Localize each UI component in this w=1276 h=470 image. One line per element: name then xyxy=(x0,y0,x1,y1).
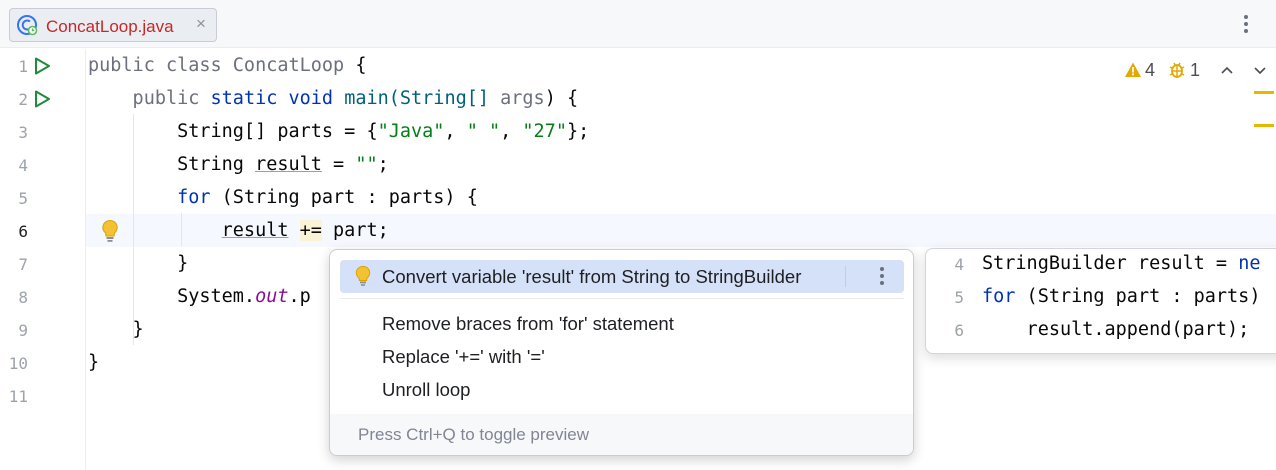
intention-unroll-loop[interactable]: Unroll loop xyxy=(340,373,904,406)
line-number: 7 xyxy=(18,255,28,274)
popup-divider xyxy=(340,298,904,299)
line-number: 11 xyxy=(8,387,28,406)
warning-icon xyxy=(1125,62,1141,77)
code-line[interactable]: String result = ""; xyxy=(88,148,389,181)
line-number: 2 xyxy=(18,90,28,109)
intention-label: Convert variable 'result' from String to… xyxy=(382,266,802,287)
editor-tab-bar: ConcatLoop.java × xyxy=(0,0,1276,48)
java-class-icon xyxy=(17,15,38,36)
code-line[interactable]: for (String part : parts) { xyxy=(88,181,478,214)
preview-code-line: StringBuilder result = ne xyxy=(982,253,1261,274)
intention-preview-panel: 4 StringBuilder result = ne 5 for (Strin… xyxy=(925,248,1276,354)
intention-label: Replace '+=' with '=' xyxy=(382,346,545,367)
run-class-icon[interactable] xyxy=(32,56,52,76)
divider xyxy=(845,266,846,287)
code-line[interactable]: } xyxy=(88,346,99,379)
weak-warning-bug-icon xyxy=(1169,62,1185,78)
intention-actions-popup: Convert variable 'result' from String to… xyxy=(329,249,914,456)
line-number: 3 xyxy=(18,123,28,142)
chevron-down-icon[interactable] xyxy=(1250,60,1270,80)
line-number-current: 6 xyxy=(18,222,28,241)
code-line[interactable]: String[] parts = {"Java", " ", "27"}; xyxy=(88,115,589,148)
popup-footer-hint: Press Ctrl+Q to toggle preview xyxy=(330,414,913,455)
chevron-up-icon[interactable] xyxy=(1217,60,1237,80)
line-number: 9 xyxy=(18,321,28,340)
line-number: 10 xyxy=(8,354,28,373)
intention-remove-braces[interactable]: Remove braces from 'for' statement xyxy=(340,307,904,340)
line-number: 4 xyxy=(18,156,28,175)
intention-label: Unroll loop xyxy=(382,379,471,400)
line-number: 1 xyxy=(18,57,28,76)
intention-convert-stringbuilder[interactable]: Convert variable 'result' from String to… xyxy=(340,260,904,293)
code-line-current[interactable]: result += part; xyxy=(88,214,389,247)
lightbulb-icon xyxy=(355,266,371,286)
code-line[interactable]: public class ConcatLoop { xyxy=(88,49,366,82)
preview-line-number: 6 xyxy=(954,321,964,340)
inspection-widget[interactable]: 4 1 xyxy=(1124,58,1212,82)
editor-tab[interactable]: ConcatLoop.java × xyxy=(9,8,217,42)
code-line[interactable]: } xyxy=(88,313,144,346)
line-number: 8 xyxy=(18,288,28,307)
tab-filename: ConcatLoop.java xyxy=(46,17,174,36)
run-main-icon[interactable] xyxy=(32,89,52,109)
preview-code-line: for (String part : parts) xyxy=(982,286,1261,307)
intention-replace-operator[interactable]: Replace '+=' with '=' xyxy=(340,340,904,373)
code-line[interactable]: System.out.p xyxy=(88,280,311,313)
warning-count: 4 xyxy=(1145,59,1156,80)
weak-warning-count: 1 xyxy=(1190,59,1201,80)
code-line[interactable]: } xyxy=(88,247,188,280)
more-options-icon[interactable] xyxy=(1234,12,1258,36)
preview-line-number: 5 xyxy=(954,288,964,307)
close-icon[interactable]: × xyxy=(196,14,206,34)
error-stripe-mark[interactable] xyxy=(1254,124,1274,127)
line-number: 5 xyxy=(18,189,28,208)
preview-line-number: 4 xyxy=(954,255,964,274)
code-line[interactable]: public static void main(String[] args) { xyxy=(88,82,579,115)
error-stripe-mark[interactable] xyxy=(1254,91,1274,94)
preview-code-line: result.append(part); xyxy=(982,319,1250,340)
more-options-icon[interactable] xyxy=(872,264,892,290)
intention-label: Remove braces from 'for' statement xyxy=(382,313,674,334)
